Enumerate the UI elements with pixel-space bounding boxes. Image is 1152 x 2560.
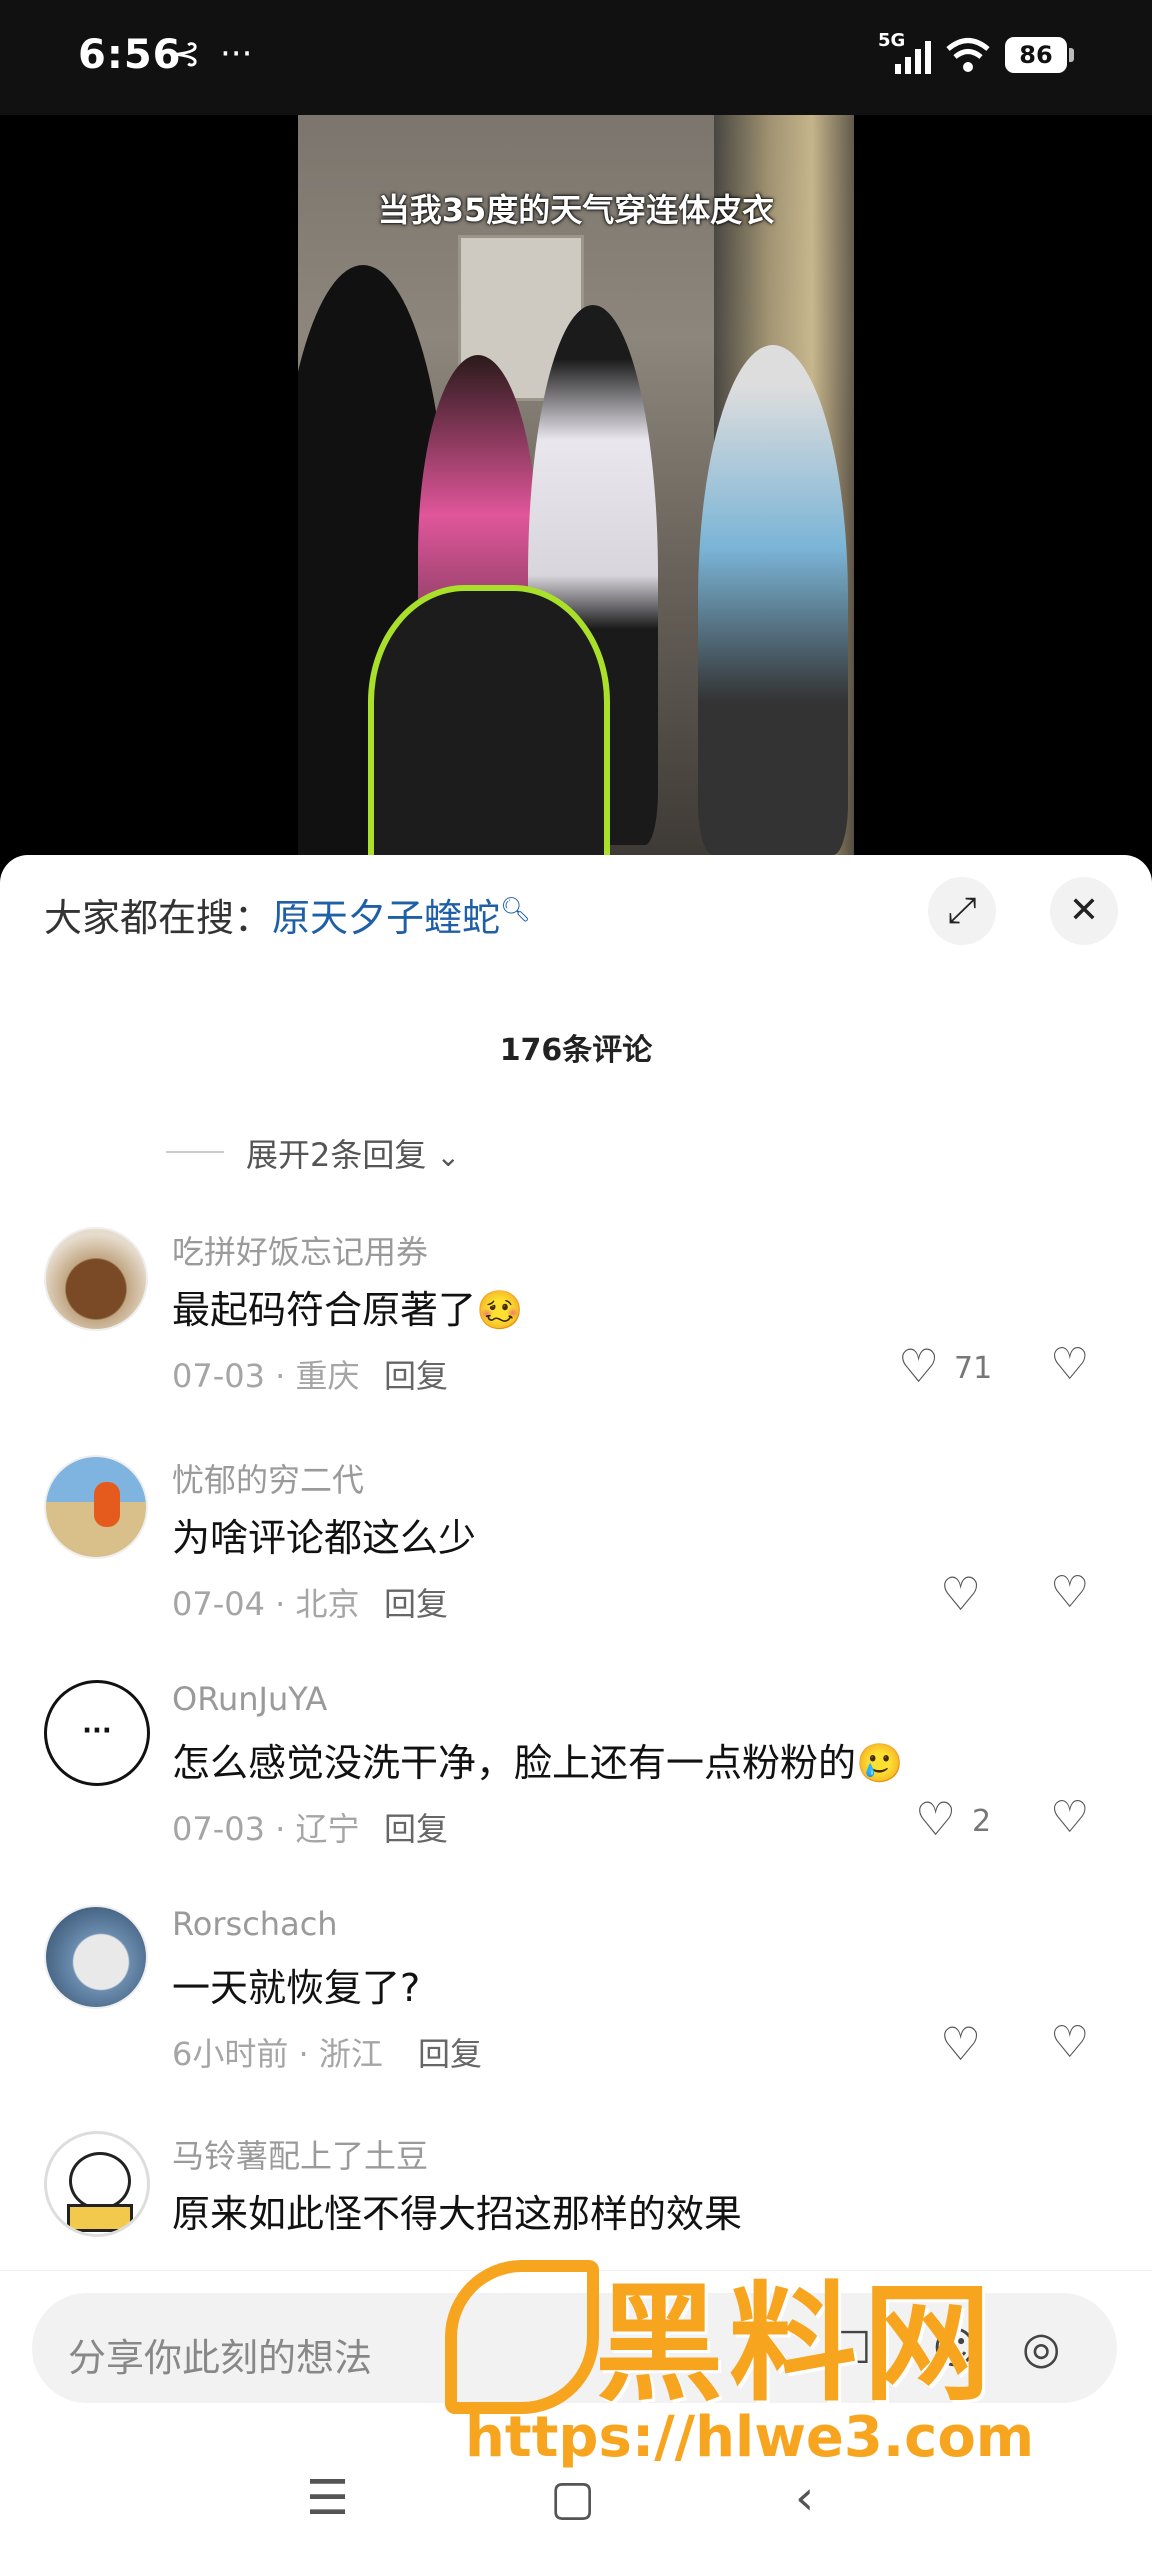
comment-item: ··· ORunJuYA 怎么感觉没洗干净，脸上还有一点粉粉的🥲 07-03 ·… xyxy=(0,1680,1152,1900)
comment-username[interactable]: 马铃薯配上了土豆 xyxy=(172,2131,428,2177)
back-chevron-icon[interactable]: ‹ xyxy=(795,2470,814,2526)
share-network-icon: ⊰ xyxy=(172,34,201,74)
comment-text: 原来如此怪不得大招这那样的效果 xyxy=(172,2192,743,2236)
comment-input-bar: 分享你此刻的想法 ☐ ☺ ◎ xyxy=(0,2270,1152,2421)
comment-item: Rorschach 一天就恢复了? 6小时前 · 浙江 回复 ♡ ♡ xyxy=(0,1905,1152,2125)
avatar[interactable] xyxy=(44,1455,148,1559)
video-caption: 当我35度的天气穿连体皮衣 xyxy=(377,191,775,229)
comment-username[interactable]: 忧郁的穷二代 xyxy=(172,1455,364,1501)
status-time: 6:56 xyxy=(78,32,182,78)
image-icon[interactable]: ◎ xyxy=(1022,2323,1060,2374)
comment-item: 忧郁的穷二代 为啥评论都这么少 07-04 · 北京 回复 ♡ ♡ xyxy=(0,1455,1152,1675)
comment-text: 怎么感觉没洗干净，脸上还有一点粉粉的🥲 xyxy=(172,1741,904,1785)
avatar[interactable]: ··· xyxy=(44,1680,150,1786)
reply-button[interactable]: 回复 xyxy=(418,2029,482,2075)
trending-search-prefix: 大家都在搜： xyxy=(44,896,273,940)
like-count: 71 xyxy=(954,1351,993,1386)
comment-meta: 07-03 · 辽宁 xyxy=(172,1810,360,1848)
avatar[interactable] xyxy=(44,1227,148,1331)
reply-button[interactable]: 回复 xyxy=(384,1579,448,1625)
reply-button[interactable]: 回复 xyxy=(384,1804,448,1850)
expand-replies-label: 展开2条回复 xyxy=(246,1136,427,1174)
comment-username[interactable]: ORunJuYA xyxy=(172,1680,327,1718)
expand-fullscreen-button[interactable]: ⤢ xyxy=(928,877,996,945)
like-heart-icon[interactable]: ♡ xyxy=(915,1792,956,1846)
comment-input-placeholder: 分享你此刻的想法 xyxy=(68,2336,373,2380)
comment-input[interactable]: 分享你此刻的想法 ☐ ☺ ◎ xyxy=(32,2293,1117,2403)
close-button[interactable]: ✕ xyxy=(1050,877,1118,945)
comment-username[interactable]: Rorschach xyxy=(172,1905,338,1943)
status-bar: 6:56 ⊰ ··· 5G 86 xyxy=(0,0,1152,115)
figure-right xyxy=(698,345,848,855)
video-player[interactable]: 当我35度的天气穿连体皮衣 xyxy=(0,115,1152,855)
system-nav-bar: ☰ ▢ ‹ xyxy=(0,2420,1152,2560)
chevron-down-icon: ⌄ xyxy=(436,1140,461,1173)
trending-search[interactable]: 大家都在搜：原天夕子蝰蛇🔍︎ xyxy=(44,887,531,942)
dislike-heart-icon[interactable]: ♡ xyxy=(1050,1339,1089,1390)
battery-indicator: 86 xyxy=(1005,37,1074,73)
emoji-icon[interactable]: ☺ xyxy=(932,2323,978,2374)
comment-username[interactable]: 吃拼好饭忘记用券 xyxy=(172,1227,428,1273)
wifi-icon xyxy=(945,36,991,83)
dislike-heart-icon[interactable]: ♡ xyxy=(1050,1567,1089,1618)
like-heart-icon[interactable]: ♡ xyxy=(940,2017,981,2071)
expand-icon: ⤢ xyxy=(947,890,977,931)
comment-count: 176条评论 xyxy=(499,1033,653,1068)
video-frame[interactable]: 当我35度的天气穿连体皮衣 xyxy=(298,115,854,855)
dislike-heart-icon[interactable]: ♡ xyxy=(1050,2017,1089,2068)
trending-search-term[interactable]: 原天夕子蝰蛇 xyxy=(272,896,500,940)
at-mention-icon[interactable]: ☐ xyxy=(832,2323,871,2374)
comment-text: 为啥评论都这么少 xyxy=(172,1516,477,1560)
like-heart-icon[interactable]: ♡ xyxy=(898,1339,939,1393)
signal-icon xyxy=(893,40,933,83)
comment-meta: 6小时前 · 浙江 xyxy=(172,2035,383,2073)
comment-text: 最起码符合原著了🥴 xyxy=(172,1288,524,1332)
menu-icon[interactable]: ☰ xyxy=(306,2470,349,2526)
like-count: 2 xyxy=(972,1804,992,1839)
comment-text: 一天就恢复了? xyxy=(172,1966,421,2010)
comment-item: 吃拼好饭忘记用券 最起码符合原著了🥴 07-03 · 重庆 回复 ♡ 71 ♡ xyxy=(0,1227,1152,1447)
comment-meta: 07-04 · 北京 xyxy=(172,1585,360,1623)
reply-button[interactable]: 回复 xyxy=(384,1351,448,1397)
expand-divider xyxy=(166,1151,224,1153)
comment-meta: 07-03 · 重庆 xyxy=(172,1357,360,1395)
dislike-heart-icon[interactable]: ♡ xyxy=(1050,1792,1089,1843)
expand-replies-button[interactable]: 展开2条回复 ⌄ xyxy=(246,1130,460,1176)
like-heart-icon[interactable]: ♡ xyxy=(940,1567,981,1621)
avatar[interactable] xyxy=(44,2131,150,2237)
avatar[interactable] xyxy=(44,1905,148,2009)
more-dots-icon: ··· xyxy=(220,34,253,74)
home-square-icon[interactable]: ▢ xyxy=(550,2470,595,2526)
search-icon: 🔍︎ xyxy=(500,895,531,924)
figure-foreground xyxy=(368,585,610,855)
close-icon: ✕ xyxy=(1068,890,1100,931)
